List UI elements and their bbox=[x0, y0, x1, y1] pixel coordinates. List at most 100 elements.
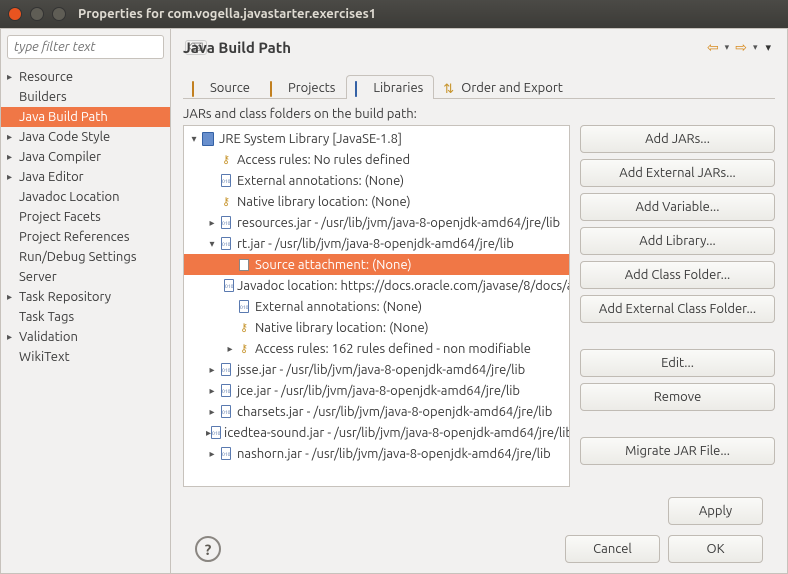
expand-arrow-icon: ▸ bbox=[206, 448, 218, 460]
button-label: Remove bbox=[654, 390, 702, 404]
tree-row[interactable]: ▸jce.jar - /usr/lib/jvm/java-8-openjdk-a… bbox=[184, 380, 569, 401]
window-minimize-button[interactable] bbox=[30, 7, 44, 21]
key-icon: ⚷ bbox=[236, 341, 252, 357]
tab-projects[interactable]: Projects bbox=[261, 75, 346, 99]
add-external-jars-button: Add External JARs... bbox=[580, 159, 775, 187]
nav-back-menu-icon[interactable]: ▾ bbox=[721, 42, 734, 53]
button-label: Add External Class Folder... bbox=[599, 302, 756, 316]
tree-row-label: External annotations: (None) bbox=[237, 174, 404, 188]
key-icon: ⚷ bbox=[218, 152, 234, 168]
nav-tree: ▸ResourceBuildersJava Build Path▸Java Co… bbox=[1, 65, 170, 573]
expand-arrow-icon: ▸ bbox=[206, 217, 218, 229]
add-external-class-folder-button: Add External Class Folder... bbox=[580, 295, 775, 323]
expand-arrow-icon: ▸ bbox=[7, 131, 17, 143]
add-variable-button: Add Variable... bbox=[580, 193, 775, 221]
nav-item[interactable]: ▸Java Compiler bbox=[1, 147, 170, 167]
tab-libraries[interactable]: Libraries bbox=[346, 75, 434, 99]
nav-item[interactable]: Server bbox=[1, 267, 170, 287]
tree-row[interactable]: External annotations: (None) bbox=[184, 296, 569, 317]
sidebar: ⌫ ▸ResourceBuildersJava Build Path▸Java … bbox=[1, 29, 171, 573]
tree-row[interactable]: Javadoc location: https://docs.oracle.co… bbox=[184, 275, 569, 296]
tree-row[interactable]: ▸icedtea-sound.jar - /usr/lib/jvm/java-8… bbox=[184, 422, 569, 443]
tree-row-label: nashorn.jar - /usr/lib/jvm/java-8-openjd… bbox=[237, 447, 551, 461]
source-folder-icon bbox=[192, 82, 206, 94]
nav-forward-icon[interactable]: ⇨ bbox=[733, 39, 749, 56]
nav-item[interactable]: ▸Resource bbox=[1, 67, 170, 87]
edit-button[interactable]: Edit... bbox=[580, 349, 775, 377]
tab-label: Order and Export bbox=[461, 81, 563, 95]
nav-item[interactable]: Java Build Path bbox=[1, 107, 170, 127]
nav-item[interactable]: Builders bbox=[1, 87, 170, 107]
nav-item-label: Task Tags bbox=[19, 310, 74, 324]
nav-item-label: Task Repository bbox=[19, 290, 111, 304]
nav-item-label: WikiText bbox=[19, 350, 70, 364]
apply-button[interactable]: Apply bbox=[668, 497, 763, 525]
tree-row[interactable]: ▾rt.jar - /usr/lib/jvm/java-8-openjdk-am… bbox=[184, 233, 569, 254]
nav-item[interactable]: Project References bbox=[1, 227, 170, 247]
button-label: Add Library... bbox=[639, 234, 715, 248]
expand-arrow-icon: ▸ bbox=[7, 291, 17, 303]
tab-label: Libraries bbox=[373, 81, 423, 95]
page-title: Java Build Path bbox=[183, 39, 705, 56]
jar-icon bbox=[218, 383, 234, 399]
nav-item-label: Java Compiler bbox=[19, 150, 101, 164]
tree-row-label: Native library location: (None) bbox=[255, 321, 429, 335]
nav-item[interactable]: Project Facets bbox=[1, 207, 170, 227]
expand-arrow-icon: ▸ bbox=[206, 364, 218, 376]
tree-row[interactable]: ▸⚷Access rules: 162 rules defined - non … bbox=[184, 338, 569, 359]
tree-row[interactable]: ▸ resources.jar - /usr/lib/jvm/java-8-ope… bbox=[184, 212, 569, 233]
nav-item[interactable]: WikiText bbox=[1, 347, 170, 367]
nav-item[interactable]: Task Tags bbox=[1, 307, 170, 327]
nav-item[interactable]: ▸Validation bbox=[1, 327, 170, 347]
nav-item[interactable]: ▸Java Code Style bbox=[1, 127, 170, 147]
migrate-jar-file-button: Migrate JAR File... bbox=[580, 437, 775, 465]
tree-row-label: jsse.jar - /usr/lib/jvm/java-8-openjdk-a… bbox=[237, 363, 525, 377]
ok-button[interactable]: OK bbox=[668, 535, 763, 563]
nav-back-icon[interactable]: ⇦ bbox=[705, 39, 721, 56]
jar-icon bbox=[218, 215, 234, 231]
nav-item[interactable]: ▸Task Repository bbox=[1, 287, 170, 307]
nav-item-label: Resource bbox=[19, 70, 73, 84]
order-export-icon: ⇅ bbox=[443, 82, 457, 94]
tree-row-label: icedtea-sound.jar - /usr/lib/jvm/java-8-… bbox=[224, 426, 570, 440]
tree-row-label: External annotations: (None) bbox=[255, 300, 422, 314]
tab-source[interactable]: Source bbox=[183, 75, 261, 99]
button-label: Add External JARs... bbox=[619, 166, 735, 180]
tree-row[interactable]: ▸ nashorn.jar - /usr/lib/jvm/java-8-openj… bbox=[184, 443, 569, 464]
main-panel: Java Build Path ⇦ ▾ ⇨ ▾ ▾ SourceProjects… bbox=[171, 29, 787, 573]
tree-row[interactable]: ▸charsets.jar - /usr/lib/jvm/java-8-open… bbox=[184, 401, 569, 422]
nav-item[interactable]: Run/Debug Settings bbox=[1, 247, 170, 267]
tree-row-label: resources.jar - /usr/lib/jvm/java-8-open… bbox=[237, 216, 560, 230]
jar-icon bbox=[218, 362, 234, 378]
expand-arrow-icon: ▾ bbox=[188, 133, 200, 145]
expand-arrow-icon: ▸ bbox=[7, 151, 17, 163]
nav-forward-menu-icon[interactable]: ▾ bbox=[749, 42, 762, 53]
nav-item[interactable]: Javadoc Location bbox=[1, 187, 170, 207]
tree-row[interactable]: ⚷Native library location: (None) bbox=[184, 317, 569, 338]
filter-input[interactable] bbox=[14, 40, 185, 54]
tree-row[interactable]: ▸ jsse.jar - /usr/lib/jvm/java-8-openjdk-… bbox=[184, 359, 569, 380]
window-close-button[interactable] bbox=[8, 7, 22, 21]
nav-item-label: Builders bbox=[19, 90, 67, 104]
key-icon: ⚷ bbox=[218, 194, 234, 210]
nav-item-label: Javadoc Location bbox=[19, 190, 120, 204]
tree-row[interactable]: Source attachment: (None) bbox=[184, 254, 569, 275]
titlebar: Properties for com.vogella.javastarter.e… bbox=[0, 0, 788, 28]
nav-item[interactable]: ▸Java Editor bbox=[1, 167, 170, 187]
projects-icon bbox=[270, 82, 284, 94]
help-button[interactable]: ? bbox=[195, 536, 221, 562]
tree-row[interactable]: ⚷Access rules: No rules defined bbox=[184, 149, 569, 170]
cancel-button[interactable]: Cancel bbox=[565, 535, 660, 563]
jar-icon bbox=[218, 446, 234, 462]
view-menu-icon[interactable]: ▾ bbox=[761, 41, 775, 54]
tree-row[interactable]: ⚷Native library location: (None) bbox=[184, 191, 569, 212]
libraries-tree[interactable]: ▾JRE System Library [JavaSE-1.8]⚷Access … bbox=[183, 125, 570, 487]
button-label: Migrate JAR File... bbox=[625, 444, 730, 458]
tree-row[interactable]: External annotations: (None) bbox=[184, 170, 569, 191]
book-icon bbox=[200, 131, 216, 147]
tab-order-and-export[interactable]: ⇅ Order and Export bbox=[434, 75, 574, 99]
jar-icon bbox=[218, 404, 234, 420]
window-maximize-button[interactable] bbox=[52, 7, 66, 21]
nav-item-label: Server bbox=[19, 270, 57, 284]
tree-row[interactable]: ▾JRE System Library [JavaSE-1.8] bbox=[184, 128, 569, 149]
